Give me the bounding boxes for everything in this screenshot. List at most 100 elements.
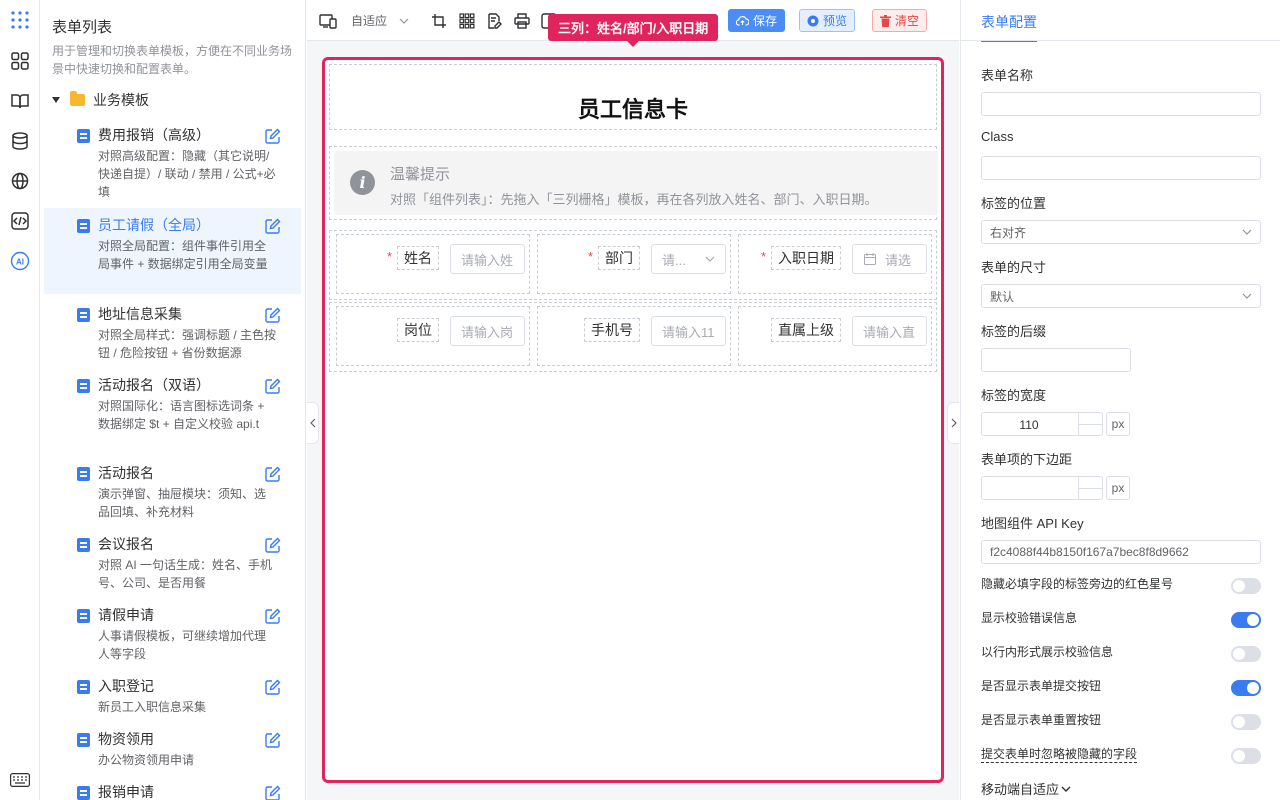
adapt-label: 自适应 (351, 14, 388, 28)
chevron-right-icon (951, 418, 957, 428)
class-input[interactable] (981, 156, 1261, 180)
form-size-select[interactable]: 默认 (981, 284, 1261, 308)
collapse-left-button[interactable] (307, 402, 319, 444)
document-icon (77, 467, 90, 481)
chevron-down-icon (1242, 293, 1252, 299)
grid-column[interactable]: 直属上级 请输入直 (738, 306, 932, 366)
field-label: 手机号 (584, 318, 640, 342)
stepper-arrows-icon[interactable] (1078, 477, 1102, 499)
edit-icon[interactable] (265, 679, 281, 695)
edit-icon[interactable] (265, 218, 281, 234)
adapt-select[interactable]: 自适应 (351, 12, 409, 29)
inline-message-toggle[interactable] (1231, 646, 1261, 662)
template-item[interactable]: 报销申请 (44, 783, 301, 800)
collapse-right-button[interactable] (947, 402, 959, 444)
map-key-input[interactable]: f2c4088f44b8150f167a7bec8f8d9662 (981, 540, 1261, 564)
edit-icon[interactable] (265, 378, 281, 394)
template-desc: 对照国际化：语言图标选词条 + 数据绑定 $t + 自定义校验 api.t (98, 399, 265, 431)
stepper-arrows-icon[interactable] (1078, 413, 1102, 435)
department-select[interactable]: 请... (651, 244, 726, 274)
grid-column[interactable]: 手机号 请输入11 (537, 306, 731, 366)
grid-column[interactable]: * 部门 请... (537, 234, 731, 294)
globe-icon[interactable] (8, 169, 32, 193)
grid-column[interactable]: * 姓名 请输入姓 (336, 234, 530, 294)
ai-icon[interactable]: AI (8, 249, 32, 273)
template-item[interactable]: 地址信息采集 对照全局样式：强调标题 / 主色按钮 / 危险按钮 + 省份数据源 (44, 305, 301, 363)
document-icon (77, 786, 90, 800)
document-icon (77, 308, 90, 322)
code-icon[interactable] (8, 209, 32, 233)
keyboard-icon[interactable] (8, 768, 32, 792)
save-label: 保存 (753, 14, 778, 28)
tab-form-config[interactable]: 表单配置 (981, 12, 1037, 42)
grid-column[interactable]: 岗位 请输入岗 (336, 306, 530, 366)
template-item[interactable]: 费用报销（高级） 对照高级配置：隐藏（其它说明/快递自提）/ 联动 / 禁用 /… (44, 126, 301, 202)
switch-label: 显示校验错误信息 (981, 611, 1078, 625)
phone-input[interactable]: 请输入11 (651, 316, 726, 346)
edit-icon[interactable] (265, 785, 281, 800)
preview-button[interactable]: 预览 (799, 9, 856, 32)
unit-label: px (1106, 412, 1130, 436)
grid-column[interactable]: * 入职日期 请选 (738, 234, 932, 294)
document-icon (77, 733, 90, 747)
form-size-label: 表单的尺寸 (981, 260, 1047, 275)
cloud-upload-icon (736, 16, 749, 26)
show-submit-toggle[interactable] (1231, 680, 1261, 696)
document-icon (77, 609, 90, 623)
crop-icon[interactable] (430, 12, 448, 30)
label-width-value: 110 (1019, 418, 1039, 432)
template-group[interactable]: 业务模板 (52, 90, 149, 110)
chevron-down-icon (705, 256, 715, 262)
show-reset-toggle[interactable] (1231, 714, 1261, 730)
edit-icon[interactable] (265, 537, 281, 553)
required-mark: * (387, 249, 393, 264)
device-icon[interactable] (319, 12, 337, 30)
item-margin-stepper[interactable] (981, 476, 1103, 500)
hide-required-star-toggle[interactable] (1231, 578, 1261, 594)
label-width-label: 标签的宽度 (981, 388, 1047, 403)
name-input[interactable]: 请输入姓 (450, 244, 525, 274)
folder-icon (70, 91, 85, 106)
edit-icon[interactable] (265, 307, 281, 323)
grid-icon[interactable] (458, 12, 476, 30)
form-sheet[interactable]: 员工信息卡 i 温馨提示 对照「组件列表」：先拖入「三列栅格」模板，再在各列放入… (322, 57, 944, 783)
clear-button[interactable]: 清空 (872, 9, 928, 32)
edit-icon[interactable] (265, 466, 281, 482)
alert-title: 温馨提示 (390, 166, 451, 183)
ignore-hidden-toggle[interactable] (1231, 748, 1261, 764)
template-item[interactable]: 请假申请 人事请假模板，可继续增加代理人等字段 (44, 606, 301, 664)
hire-date-picker[interactable]: 请选 (852, 244, 927, 274)
apps-grid-icon[interactable] (8, 8, 32, 32)
switch-label: 提交表单时忽略被隐藏的字段 (981, 747, 1138, 763)
edit-icon[interactable] (265, 732, 281, 748)
mobile-adapt-toggle[interactable]: 移动端自适应 (981, 779, 1071, 798)
position-input[interactable]: 请输入岗 (450, 316, 525, 346)
template-item[interactable]: 入职登记 新员工入职信息采集 (44, 677, 301, 717)
template-desc: 人事请假模板，可继续增加代理人等字段 (98, 629, 267, 661)
components-icon[interactable] (8, 49, 32, 73)
label-suffix-label: 标签的后缀 (981, 324, 1047, 339)
database-icon[interactable] (8, 129, 32, 153)
map-key-label: 地图组件 API Key (981, 516, 1084, 531)
book-icon[interactable] (8, 89, 32, 113)
form-size-value: 默认 (990, 289, 1015, 304)
form-name-input[interactable] (981, 92, 1261, 116)
template-item[interactable]: 活动报名（双语） 对照国际化：语言图标选词条 + 数据绑定 $t + 自定义校验… (44, 376, 301, 452)
alert-box: i 温馨提示 对照「组件列表」：先拖入「三列栅格」模板，再在各列放入姓名、部门、… (334, 151, 938, 215)
template-item[interactable]: 活动报名 演示弹窗、抽屉模块：须知、选品回填、补充材料 (44, 464, 301, 522)
save-button[interactable]: 保存 (728, 9, 786, 32)
label-position-label: 标签的位置 (981, 196, 1047, 211)
label-suffix-input[interactable] (981, 348, 1131, 372)
switch-label: 是否显示表单提交按钮 (981, 679, 1102, 693)
label-position-select[interactable]: 右对齐 (981, 220, 1261, 244)
label-width-stepper[interactable]: 110 (981, 412, 1103, 436)
template-item-active[interactable]: 员工请假（全局） 对照全局配置：组件事件引用全局事件 + 数据绑定引用全局变量 (44, 208, 301, 294)
edit-icon[interactable] (265, 608, 281, 624)
show-validation-toggle[interactable] (1231, 612, 1261, 628)
print-icon[interactable] (513, 12, 531, 30)
note-edit-icon[interactable] (485, 12, 503, 30)
edit-icon[interactable] (265, 128, 281, 144)
template-item[interactable]: 会议报名 对照 AI 一句话生成：姓名、手机号、公司、是否用餐 (44, 535, 301, 593)
supervisor-input[interactable]: 请输入直 (852, 316, 927, 346)
template-item[interactable]: 物资领用 办公物资领用申请 (44, 730, 301, 770)
